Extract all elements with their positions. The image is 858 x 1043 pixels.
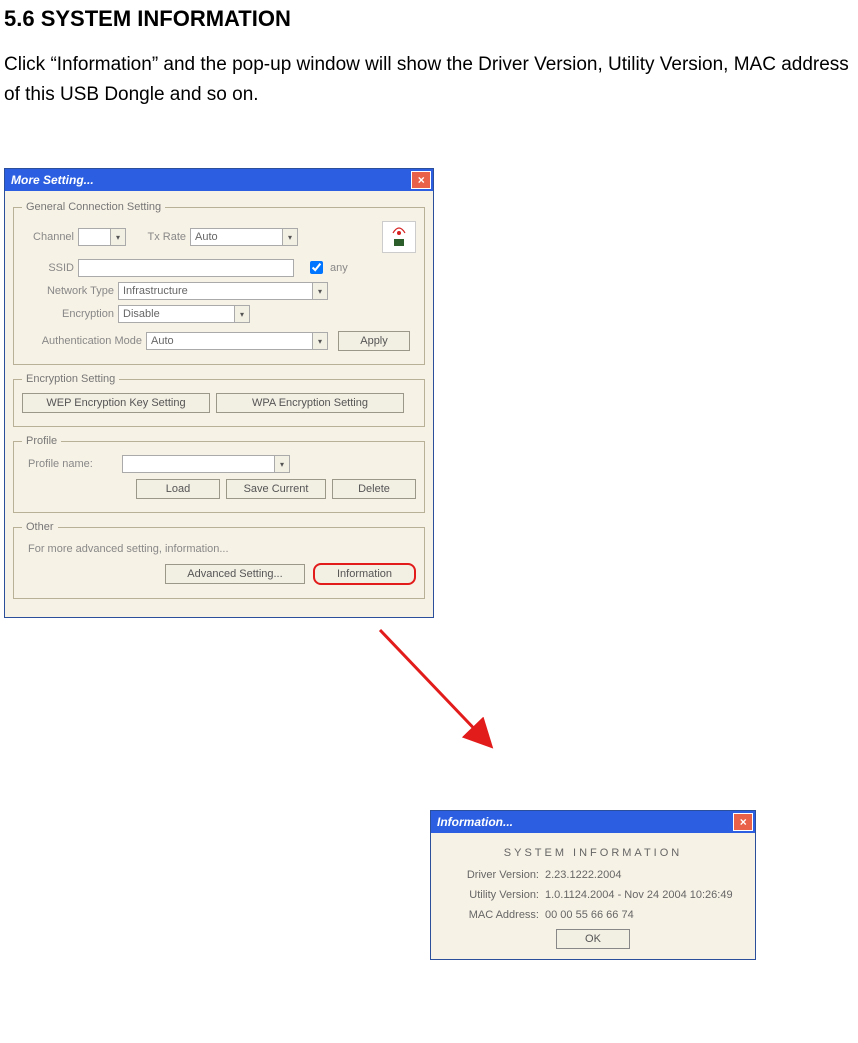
driver-version-value: 2.23.1222.2004 (545, 869, 621, 881)
row-channel-txrate: Channel ▾ Tx Rate Auto ▾ (22, 221, 416, 253)
profile-name-select[interactable]: ▾ (122, 455, 290, 473)
txrate-select[interactable]: Auto ▾ (190, 228, 298, 246)
window-title: Information... (437, 815, 513, 829)
encryption-label: Encryption (22, 308, 114, 320)
load-button[interactable]: Load (136, 479, 220, 499)
utility-version-value: 1.0.1124.2004 - Nov 24 2004 10:26:49 (545, 889, 733, 901)
driver-version-label: Driver Version: (449, 869, 539, 881)
window-content: General Connection Setting Channel ▾ Tx … (5, 191, 433, 617)
any-label: any (330, 262, 348, 274)
ok-button[interactable]: OK (556, 929, 630, 949)
advanced-setting-button[interactable]: Advanced Setting... (165, 564, 305, 584)
delete-button[interactable]: Delete (332, 479, 416, 499)
window-title: More Setting... (11, 173, 94, 187)
wep-setting-button[interactable]: WEP Encryption Key Setting (22, 393, 210, 413)
profile-group: Profile Profile name: ▾ Load Save Curren… (13, 435, 425, 513)
chevron-down-icon[interactable]: ▾ (312, 283, 327, 299)
other-desc: For more advanced setting, information..… (22, 541, 416, 563)
group-legend: Profile (22, 435, 61, 447)
more-setting-window: More Setting... × General Connection Set… (4, 168, 434, 618)
close-icon[interactable]: × (411, 171, 431, 189)
auth-mode-select[interactable]: Auto ▾ (146, 332, 328, 350)
wpa-setting-button[interactable]: WPA Encryption Setting (216, 393, 404, 413)
system-information-title: SYSTEM INFORMATION (439, 847, 747, 859)
save-current-button[interactable]: Save Current (226, 479, 326, 499)
network-type-value: Infrastructure (119, 285, 312, 297)
titlebar: More Setting... × (5, 169, 433, 191)
channel-select: ▾ (78, 228, 126, 246)
auth-mode-value: Auto (147, 335, 312, 347)
driver-version-row: Driver Version: 2.23.1222.2004 (439, 869, 747, 881)
group-legend: Encryption Setting (22, 373, 119, 385)
network-type-select[interactable]: Infrastructure ▾ (118, 282, 328, 300)
encryption-value: Disable (119, 308, 234, 320)
chevron-down-icon[interactable]: ▾ (312, 333, 327, 349)
information-button[interactable]: Information (313, 563, 416, 585)
chevron-down-icon: ▾ (110, 229, 125, 245)
wireless-icon (382, 221, 416, 253)
mac-address-row: MAC Address: 00 00 55 66 66 74 (439, 909, 747, 921)
ssid-input[interactable] (78, 259, 294, 277)
information-window: Information... × SYSTEM INFORMATION Driv… (430, 810, 756, 960)
chevron-down-icon[interactable]: ▾ (234, 306, 249, 322)
utility-version-label: Utility Version: (449, 889, 539, 901)
apply-button[interactable]: Apply (338, 331, 410, 351)
ssid-label: SSID (22, 262, 74, 274)
group-legend: General Connection Setting (22, 201, 165, 213)
encryption-setting-group: Encryption Setting WEP Encryption Key Se… (13, 373, 425, 427)
other-group: Other For more advanced setting, informa… (13, 521, 425, 599)
auth-mode-label: Authentication Mode (22, 335, 142, 347)
network-type-label: Network Type (22, 285, 114, 297)
any-checkbox[interactable] (310, 261, 323, 274)
channel-label: Channel (22, 231, 74, 243)
txrate-label: Tx Rate (136, 231, 186, 243)
general-connection-group: General Connection Setting Channel ▾ Tx … (13, 201, 425, 365)
utility-version-row: Utility Version: 1.0.1124.2004 - Nov 24 … (439, 889, 747, 901)
mac-address-value: 00 00 55 66 66 74 (545, 909, 634, 921)
group-legend: Other (22, 521, 58, 533)
encryption-select[interactable]: Disable ▾ (118, 305, 250, 323)
mac-address-label: MAC Address: (449, 909, 539, 921)
titlebar: Information... × (431, 811, 755, 833)
chevron-down-icon[interactable]: ▾ (282, 229, 297, 245)
chevron-down-icon[interactable]: ▾ (274, 456, 289, 472)
close-icon[interactable]: × (733, 813, 753, 831)
arrow-icon (370, 620, 510, 765)
profile-name-label: Profile name: (22, 458, 118, 470)
section-heading: 5.6 SYSTEM INFORMATION (4, 6, 854, 32)
txrate-value: Auto (191, 231, 282, 243)
window-content: SYSTEM INFORMATION Driver Version: 2.23.… (431, 833, 755, 959)
intro-paragraph: Click “Information” and the pop-up windo… (4, 50, 854, 111)
